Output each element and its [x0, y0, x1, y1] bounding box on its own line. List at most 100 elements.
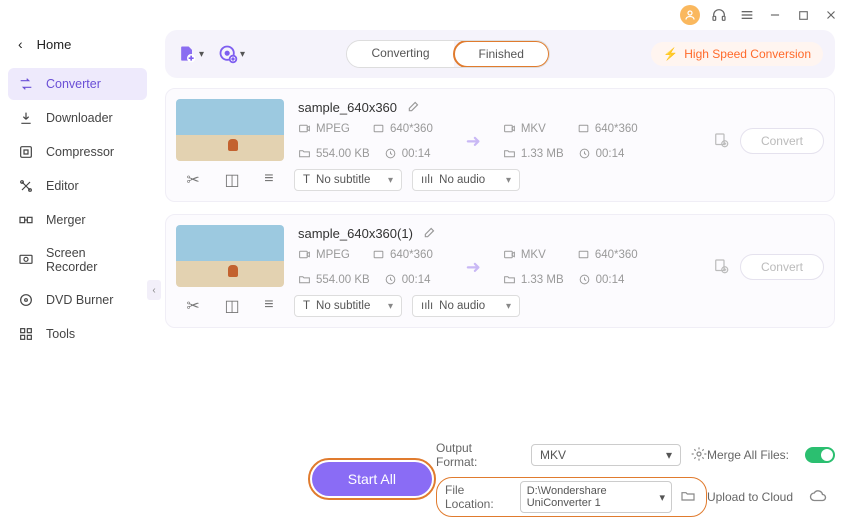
clock-icon — [578, 147, 591, 160]
tab-converting[interactable]: Converting — [347, 41, 453, 67]
audio-icon: ıılı — [421, 174, 433, 186]
subtitle-dropdown[interactable]: TNo subtitle▾ — [294, 169, 402, 191]
merge-toggle[interactable] — [805, 447, 835, 463]
chevron-left-icon: ‹ — [18, 36, 23, 52]
maximize-icon[interactable] — [794, 6, 812, 24]
output-format-dropdown[interactable]: MKV▾ — [531, 444, 681, 466]
audio-dropdown[interactable]: ıılıNo audio▾ — [412, 169, 520, 191]
sidebar-item-dvd-burner[interactable]: DVD Burner — [8, 284, 147, 316]
collapse-sidebar-handle[interactable]: ‹ — [147, 280, 161, 300]
lightning-icon: ⚡ — [663, 47, 678, 61]
folder-icon — [503, 273, 516, 286]
sidebar-item-tools[interactable]: Tools — [8, 318, 147, 350]
home-label: Home — [37, 37, 72, 52]
folder-icon — [298, 147, 311, 160]
add-disc-button[interactable]: ▾ — [218, 44, 245, 64]
sidebar: ‹ Home Converter Downloader Compressor E… — [0, 30, 155, 527]
settings-icon[interactable] — [712, 257, 730, 278]
add-disc-icon — [218, 44, 238, 64]
chevron-down-icon: ▾ — [199, 49, 204, 60]
output-format-label: Output Format: — [436, 441, 515, 469]
upload-cloud-label: Upload to Cloud — [707, 490, 793, 504]
sidebar-item-converter[interactable]: Converter — [8, 68, 147, 100]
tools-icon — [18, 326, 34, 342]
subtitle-dropdown[interactable]: TNo subtitle▾ — [294, 295, 402, 317]
subtitle-icon: T — [303, 300, 310, 312]
high-speed-conversion-badge[interactable]: ⚡High Speed Conversion — [651, 42, 823, 66]
status-tabs: Converting Finished — [346, 40, 549, 68]
folder-icon — [298, 273, 311, 286]
video-icon — [503, 248, 516, 261]
file-location-highlight: File Location: D:\Wondershare UniConvert… — [436, 477, 707, 517]
chevron-down-icon: ▾ — [659, 491, 665, 504]
headset-icon[interactable] — [710, 6, 728, 24]
video-icon — [298, 248, 311, 261]
video-icon — [298, 122, 311, 135]
cloud-icon[interactable] — [809, 487, 827, 508]
trim-icon[interactable]: ✂ — [186, 170, 199, 190]
resolution-icon — [372, 248, 385, 261]
home-button[interactable]: ‹ Home — [8, 30, 147, 66]
effects-icon[interactable]: ≡ — [264, 296, 273, 316]
chevron-down-icon: ▾ — [388, 175, 393, 186]
menu-icon[interactable] — [738, 6, 756, 24]
downloader-icon — [18, 110, 34, 126]
footer-bar: Output Format: MKV▾ Merge All Files: Sta… — [165, 433, 835, 517]
add-file-button[interactable]: ▾ — [177, 44, 204, 64]
clock-icon — [578, 273, 591, 286]
crop-icon[interactable]: ◫ — [224, 170, 239, 190]
settings-icon[interactable] — [712, 131, 730, 152]
sidebar-item-editor[interactable]: Editor — [8, 170, 147, 202]
arrow-right-icon: ➜ — [462, 257, 485, 278]
video-icon — [503, 122, 516, 135]
chevron-down-icon: ▾ — [506, 175, 511, 186]
folder-icon — [503, 147, 516, 160]
arrow-right-icon: ➜ — [462, 131, 485, 152]
open-folder-icon[interactable] — [680, 488, 696, 507]
merge-label: Merge All Files: — [707, 448, 789, 462]
video-thumbnail[interactable] — [176, 225, 284, 287]
start-all-button[interactable]: Start All — [312, 462, 432, 496]
file-card: sample_640x360 MPEG 640*360 554.00 KB — [165, 88, 835, 202]
resolution-icon — [577, 122, 590, 135]
output-settings-icon[interactable] — [691, 446, 707, 465]
video-thumbnail[interactable] — [176, 99, 284, 161]
dvd-icon — [18, 292, 34, 308]
sidebar-item-merger[interactable]: Merger — [8, 204, 147, 236]
chevron-down-icon: ▾ — [388, 301, 393, 312]
close-icon[interactable] — [822, 6, 840, 24]
converter-icon — [18, 76, 34, 92]
file-location-dropdown[interactable]: D:\Wondershare UniConverter 1▾ — [520, 481, 672, 513]
chevron-down-icon: ▾ — [506, 301, 511, 312]
sidebar-item-downloader[interactable]: Downloader — [8, 102, 147, 134]
file-card: sample_640x360(1) MPEG 640*360 554.00 K — [165, 214, 835, 328]
file-list: sample_640x360 MPEG 640*360 554.00 KB — [165, 88, 835, 328]
effects-icon[interactable]: ≡ — [264, 170, 273, 190]
edit-icon[interactable] — [407, 99, 421, 116]
edit-icon[interactable] — [423, 225, 437, 242]
file-name: sample_640x360(1) — [298, 226, 413, 241]
resolution-icon — [577, 248, 590, 261]
merger-icon — [18, 212, 34, 228]
minimize-icon[interactable] — [766, 6, 784, 24]
clock-icon — [384, 147, 397, 160]
user-avatar-icon[interactable] — [680, 5, 700, 25]
sidebar-item-compressor[interactable]: Compressor — [8, 136, 147, 168]
audio-icon: ıılı — [421, 300, 433, 312]
convert-button[interactable]: Convert — [740, 254, 824, 280]
crop-icon[interactable]: ◫ — [224, 296, 239, 316]
sidebar-item-screen-recorder[interactable]: Screen Recorder — [8, 238, 147, 282]
compressor-icon — [18, 144, 34, 160]
convert-button[interactable]: Convert — [740, 128, 824, 154]
trim-icon[interactable]: ✂ — [186, 296, 199, 316]
chevron-down-icon: ▾ — [666, 448, 672, 462]
subtitle-icon: T — [303, 174, 310, 186]
tab-finished[interactable]: Finished — [453, 40, 550, 68]
resolution-icon — [372, 122, 385, 135]
audio-dropdown[interactable]: ıılıNo audio▾ — [412, 295, 520, 317]
clock-icon — [384, 273, 397, 286]
file-location-label: File Location: — [437, 483, 506, 511]
file-name: sample_640x360 — [298, 100, 397, 115]
recorder-icon — [18, 252, 34, 268]
editor-icon — [18, 178, 34, 194]
